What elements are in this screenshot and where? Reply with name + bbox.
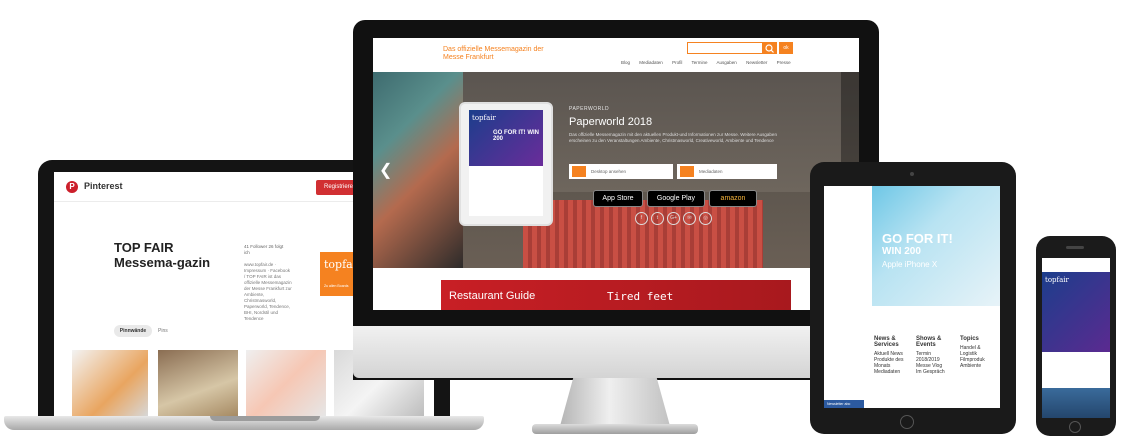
camera-icon bbox=[910, 172, 914, 176]
nav-item-termine[interactable]: Termine bbox=[692, 60, 708, 65]
tablet-ad[interactable]: GO FOR IT! WIN 200 Apple iPhone X bbox=[872, 186, 1000, 306]
twitter-icon[interactable]: t bbox=[651, 212, 664, 225]
column-title: Topics bbox=[960, 336, 979, 342]
profile-title: TOP FAIR Messema-gazin bbox=[114, 240, 211, 270]
tab-boards[interactable]: Pinnwände bbox=[114, 325, 152, 337]
amazon-button[interactable]: amazon bbox=[709, 190, 757, 207]
site-title[interactable]: Das offizielle Messemagazin der Messe Fr… bbox=[443, 46, 563, 62]
avatar-caption: Zu allen Boards bbox=[324, 284, 349, 288]
desktop-view-label: Desktop ansehen bbox=[591, 169, 627, 174]
phone-image bbox=[1042, 388, 1110, 418]
monitor-chin bbox=[353, 326, 879, 378]
nav-item-blog[interactable]: Blog bbox=[621, 60, 630, 65]
app-store-label: App Store bbox=[602, 195, 634, 202]
pin-image[interactable] bbox=[246, 350, 326, 416]
monitor-stand bbox=[560, 378, 670, 426]
home-button[interactable] bbox=[1069, 421, 1081, 433]
column-item[interactable]: Im Gespräch bbox=[916, 369, 950, 375]
hero-kicker: PAPERWORLD bbox=[569, 106, 610, 112]
pin-image[interactable] bbox=[158, 350, 238, 416]
instagram-icon[interactable]: ◎ bbox=[699, 212, 712, 225]
desktop-view-button[interactable]: Desktop ansehen bbox=[569, 164, 673, 179]
phone-magazine-cover[interactable]: topfair bbox=[1042, 272, 1110, 352]
pinterest-logo-icon[interactable]: P bbox=[66, 181, 78, 193]
profile-stats: 41 Follower 26 folgt ich bbox=[244, 244, 284, 255]
profile-description: www.topfair.de · Impressum · Facebook / … bbox=[244, 262, 292, 321]
ad-right-text: Tired feet bbox=[607, 290, 674, 303]
mail-icon[interactable]: ✉ bbox=[683, 212, 696, 225]
speaker-icon bbox=[1066, 246, 1084, 249]
website-screen: Das offizielle Messemagazin der Messe Fr… bbox=[373, 38, 859, 310]
column-item[interactable]: Termin 2018/2019 bbox=[916, 351, 950, 363]
ad-subheadline: WIN 200 bbox=[882, 246, 921, 257]
ad-banner[interactable]: Restaurant Guide Tired feet bbox=[441, 280, 791, 310]
monitor-icon bbox=[572, 166, 586, 177]
hero-photo-rug bbox=[523, 200, 763, 268]
ad-left-text: Restaurant Guide bbox=[449, 290, 536, 302]
magazine-tablet-mockup: topfair GO FOR IT! WIN 200 bbox=[459, 102, 553, 226]
google-play-label: Google Play bbox=[656, 195, 696, 202]
google-play-button[interactable]: Google Play bbox=[647, 190, 705, 207]
nav-item-profil[interactable]: Profil bbox=[672, 60, 682, 65]
facebook-icon[interactable]: f bbox=[635, 212, 648, 225]
main-nav: Blog Mediadaten Profil Termine Ausgaben … bbox=[621, 60, 799, 65]
mediadaten-label: Mediadaten bbox=[699, 169, 723, 174]
document-icon bbox=[680, 166, 694, 177]
mediadaten-button[interactable]: Mediadaten bbox=[677, 164, 777, 179]
magazine-brand: topfair bbox=[472, 114, 496, 122]
hero-text: Das offizielle Messemagazin mit den aktu… bbox=[569, 132, 777, 143]
phone-screen: topfair bbox=[1042, 258, 1110, 418]
amazon-label: amazon bbox=[720, 195, 746, 202]
google-plus-icon[interactable]: G+ bbox=[667, 212, 680, 225]
hero-title: Paperworld 2018 bbox=[569, 116, 653, 128]
chevron-left-icon[interactable]: ❮ bbox=[379, 160, 392, 180]
newsletter-button[interactable]: Newsletter abo bbox=[824, 400, 864, 408]
ok-button[interactable]: ok bbox=[779, 42, 793, 54]
column-title: Shows & Events bbox=[916, 336, 942, 348]
nav-item-presse[interactable]: Presse bbox=[777, 60, 791, 65]
nav-item-ausgaben[interactable]: Ausgaben bbox=[717, 60, 737, 65]
search-button[interactable] bbox=[763, 42, 777, 54]
laptop-notch bbox=[210, 416, 320, 421]
hero-slider: ❮ ❯ topfair GO FOR IT! WIN 200 PAPERWORL… bbox=[373, 72, 859, 268]
column-title: News & Services bbox=[874, 336, 899, 348]
column-item[interactable]: Handel & Logistik bbox=[960, 345, 994, 357]
tablet-column-news: News & Services Aktuell News Produkte de… bbox=[874, 336, 908, 375]
tab-pins[interactable]: Pins bbox=[158, 325, 168, 337]
nav-item-mediadaten[interactable]: Mediadaten bbox=[639, 60, 663, 65]
column-item[interactable]: Ambiente bbox=[960, 363, 994, 369]
monitor-foot bbox=[532, 424, 698, 434]
ad-headline: GO FOR IT! bbox=[882, 231, 953, 246]
pinterest-brand: Pinterest bbox=[84, 181, 123, 191]
pin-image[interactable] bbox=[72, 350, 148, 416]
home-button[interactable] bbox=[900, 415, 914, 429]
tablet-column-topics: Topics Handel & Logistik Filmproduk Ambi… bbox=[960, 336, 994, 369]
ad-product: Apple iPhone X bbox=[882, 260, 938, 269]
nav-item-newsletter[interactable]: Newsletter bbox=[746, 60, 767, 65]
tablet-screen-left bbox=[824, 186, 872, 408]
search-input[interactable] bbox=[687, 42, 763, 54]
app-store-button[interactable]: App Store bbox=[593, 190, 643, 207]
tablet-screen: GO FOR IT! WIN 200 Apple iPhone X News &… bbox=[872, 186, 1000, 408]
magazine-cover-screen: topfair GO FOR IT! WIN 200 bbox=[469, 110, 543, 216]
column-item[interactable]: Mediadaten bbox=[874, 369, 908, 375]
magazine-headline: GO FOR IT! WIN 200 bbox=[493, 130, 539, 142]
tablet-column-shows: Shows & Events Termin 2018/2019 Messe Vl… bbox=[916, 336, 950, 375]
magazine-cover: topfair GO FOR IT! WIN 200 bbox=[469, 110, 543, 166]
column-item[interactable]: Produkte des Monats bbox=[874, 357, 908, 369]
search-icon bbox=[765, 44, 774, 53]
phone-magazine-brand: topfair bbox=[1045, 276, 1069, 284]
